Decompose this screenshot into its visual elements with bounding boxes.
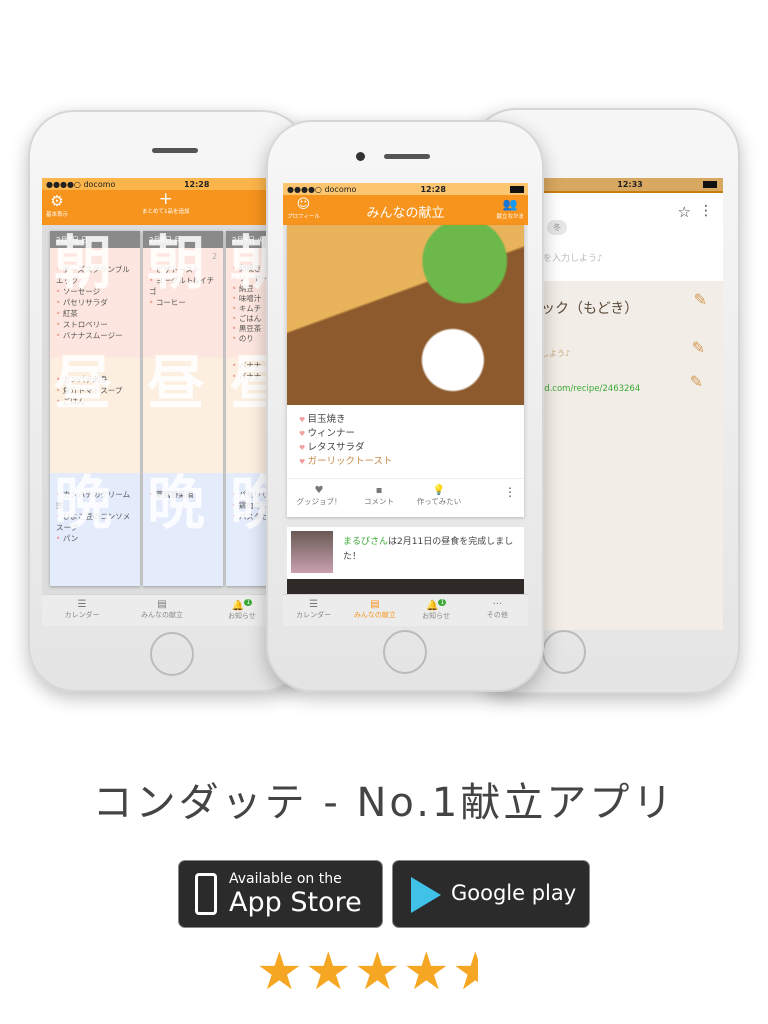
- star-icon: ★: [305, 942, 352, 1002]
- gear-icon: ⚙: [50, 192, 64, 210]
- app-store-badge[interactable]: Available on the App Store: [178, 860, 383, 928]
- pencil-icon[interactable]: ✎: [690, 372, 703, 391]
- more-vert-icon[interactable]: ⋮: [699, 203, 713, 219]
- more-vert-icon[interactable]: ⋮: [504, 485, 516, 499]
- time: 12:33: [617, 180, 643, 189]
- good-job-button[interactable]: ♥ グッジョブ！: [289, 485, 349, 507]
- settings-button[interactable]: ⚙ 基本表示: [46, 192, 68, 218]
- right-screen: 12:33 ☆ ⋮ 冬 を入力しよう♪ ック（もどき） しよう♪ ad.com/…: [537, 178, 723, 630]
- comment-button[interactable]: ▪ コメント: [349, 485, 409, 507]
- tab-calendar[interactable]: ☰ カレンダー: [283, 595, 344, 626]
- chat-icon: ▤: [157, 599, 167, 610]
- avatar: [291, 531, 333, 573]
- pencil-icon[interactable]: ✎: [692, 338, 705, 357]
- food-photo: [287, 225, 524, 405]
- play-icon: [411, 877, 441, 913]
- recipe-title: ック（もどき）: [541, 301, 639, 317]
- day-column[interactable]: 2月7日 日 朝チーズスクランブルエッグソーセージパセリサラダ紅茶ストロベリーバ…: [50, 231, 140, 586]
- google-play-badge[interactable]: Google play: [392, 860, 590, 928]
- recipe-url[interactable]: ad.com/recipe/2463264: [539, 384, 640, 394]
- hint-text: しよう♪: [541, 349, 571, 358]
- tab-everyone-menu[interactable]: ▤ みんなの献立: [344, 595, 405, 626]
- season-tag[interactable]: 冬: [547, 220, 567, 235]
- star-icon: ★: [256, 942, 303, 1002]
- heart-icon: ♥: [314, 485, 324, 496]
- iphone-icon: [195, 873, 217, 915]
- tab-everyone-menu[interactable]: ▤ みんなの献立: [122, 595, 202, 626]
- friends-button[interactable]: 👥 献立なかま: [496, 197, 524, 220]
- hint-text: を入力しよう♪: [543, 254, 603, 264]
- lightbulb-icon: 💡: [432, 485, 446, 496]
- add-button[interactable]: + まとめて1品を追加: [142, 189, 190, 216]
- star-icon: ★: [403, 942, 450, 1002]
- plus-icon: +: [158, 189, 173, 209]
- half-star-icon: ★: [452, 942, 478, 1002]
- tab-bar: ☰ カレンダー ▤ みんなの献立 🔔 1 お知らせ: [42, 594, 282, 626]
- battery-icon: [510, 185, 524, 193]
- tab-bar: ☰ カレンダー ▤ みんなの献立 🔔 1 お知らせ ··· その他: [283, 594, 528, 626]
- star-icon[interactable]: ☆: [678, 203, 691, 221]
- app-title: コンダッテ - No.1献立アプリ: [92, 780, 676, 826]
- day-column[interactable]: 2月8日 月 朝2ピザトーストヨーグルト&イチゴコーヒー 昼 晩薬膳野菜鍋: [143, 231, 223, 586]
- people-icon: 👥: [502, 197, 518, 211]
- time: 12:28: [183, 179, 210, 189]
- page-title: みんなの献立: [366, 206, 445, 221]
- tab-calendar[interactable]: ☰ カレンダー: [42, 595, 122, 626]
- tab-notifications[interactable]: 🔔 1 お知らせ: [406, 595, 467, 626]
- left-screen: ●●●●○ docomo 12:28 ⚙ 基本表示 + まとめて1品を追加 2月7日 …: [42, 178, 282, 626]
- list-icon: ☰: [77, 599, 87, 610]
- center-screen: ●●●●○ docomo 12:28 ☺ プロフィール みんなの献立 👥 献立なかま …: [283, 183, 528, 626]
- want-to-make-button[interactable]: 💡 作ってみたい: [409, 485, 469, 507]
- battery-icon: [703, 181, 717, 188]
- feed-item[interactable]: まるぴさんは2月11日の昼食を完成しました！: [287, 527, 524, 597]
- comment-icon: ▪: [375, 485, 383, 496]
- pencil-icon[interactable]: ✎: [694, 290, 707, 309]
- post-card[interactable]: 目玉焼き ウィンナー レタスサラダ ガーリックトースト ♥グッジョブ！ ▪コメン…: [287, 225, 524, 517]
- star-icon: ★: [354, 942, 401, 1002]
- carrier: ●●●●○ docomo: [46, 179, 116, 189]
- tab-other[interactable]: ··· その他: [467, 595, 528, 626]
